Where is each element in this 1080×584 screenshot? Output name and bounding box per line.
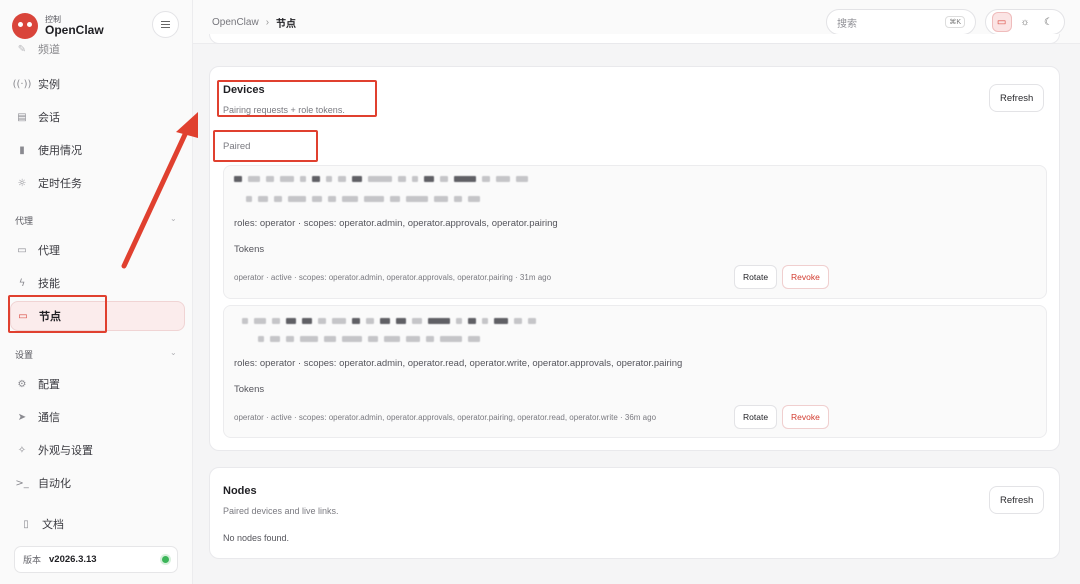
sidebar-item-label: 频道 xyxy=(38,43,60,56)
sun-clock-icon: ☼ xyxy=(17,177,27,189)
sidebar-item-label: 技能 xyxy=(38,277,60,290)
device-tokens-label: Tokens xyxy=(234,244,265,255)
rotate-button[interactable]: Rotate xyxy=(734,265,778,289)
sparkle-icon: ✧ xyxy=(17,444,27,456)
hamburger-icon xyxy=(161,24,170,25)
sidebar-item-label: 外观与设置 xyxy=(38,444,93,457)
sidebar-item-label: 代理 xyxy=(38,244,60,257)
terminal-icon: >_ xyxy=(15,477,29,489)
rotate-button[interactable]: Rotate xyxy=(734,405,778,429)
device-roles: roles: operator · scopes: operator.admin… xyxy=(234,218,558,229)
sidebar-item-label: 通信 xyxy=(38,411,60,424)
revoke-button[interactable]: Revoke xyxy=(782,405,829,429)
version-value: v2026.3.13 xyxy=(49,554,97,565)
sidebar-item-label: 文档 xyxy=(42,518,64,531)
annotation-box-devices xyxy=(217,80,377,117)
edit-icon: ✎ xyxy=(17,43,27,55)
book-icon: ▯ xyxy=(23,518,29,530)
folder-icon: ▭ xyxy=(17,244,27,256)
breadcrumb-current: 节点 xyxy=(276,19,297,30)
broadcast-icon: ((·)) xyxy=(12,78,32,90)
nodes-card: Nodes Paired devices and live links. Ref… xyxy=(209,467,1060,559)
theme-switcher: ▭ ☼ ☾ xyxy=(985,9,1065,35)
sidebar-toggle-button[interactable] xyxy=(152,11,179,38)
search-placeholder: 搜索 xyxy=(837,18,857,30)
group-label-settings: 设置 xyxy=(15,351,34,361)
annotation-arrow-icon xyxy=(121,112,198,269)
sidebar-item-label: 会话 xyxy=(38,111,60,124)
sidebar-item-instances[interactable]: ((·)) 实例 xyxy=(10,69,185,99)
device-tokens-label: Tokens xyxy=(234,384,265,395)
previous-card-bottom xyxy=(209,34,1060,44)
search-input[interactable]: 搜索 ⌘K xyxy=(826,9,976,35)
gear-icon: ⚙ xyxy=(17,378,27,390)
breadcrumb: OpenClaw › 节点 xyxy=(212,15,296,30)
sidebar-item-channels[interactable]: ✎ 频道 xyxy=(10,38,185,60)
sidebar-item-automation[interactable]: >_ 自动化 xyxy=(10,468,185,498)
device-key-redacted xyxy=(246,196,480,202)
token-meta: operator · active · scopes: operator.adm… xyxy=(234,273,552,282)
devices-card: Devices Pairing requests + role tokens. … xyxy=(209,66,1060,451)
sidebar-item-label: 实例 xyxy=(38,78,60,91)
sun-icon[interactable]: ☼ xyxy=(1015,12,1035,32)
sidebar-item-config[interactable]: ⚙ 配置 xyxy=(10,369,185,399)
chevron-down-icon[interactable]: ⌄ xyxy=(170,348,177,357)
sidebar-item-label: 自动化 xyxy=(38,477,71,490)
version-label: 版本 xyxy=(23,556,42,566)
nodes-empty-state: No nodes found. xyxy=(223,533,290,543)
sidebar-item-comms[interactable]: ➤ 通信 xyxy=(10,402,185,432)
revoke-button[interactable]: Revoke xyxy=(782,265,829,289)
token-meta: operator · active · scopes: operator.adm… xyxy=(234,413,657,422)
annotation-box-paired xyxy=(213,130,318,162)
sidebar-item-label: 定时任务 xyxy=(38,177,82,190)
nodes-refresh-button[interactable]: Refresh xyxy=(989,486,1045,514)
device-key-redacted xyxy=(258,336,480,342)
group-label-agent: 代理 xyxy=(15,217,34,227)
devices-refresh-button[interactable]: Refresh xyxy=(989,84,1045,112)
annotation-box-nodes-nav xyxy=(8,295,107,333)
device-id-redacted xyxy=(234,176,528,182)
sidebar-item-docs[interactable]: ▯ 文档 xyxy=(14,509,189,539)
device-item: roles: operator · scopes: operator.admin… xyxy=(223,165,1047,299)
sidebar-item-appearance[interactable]: ✧ 外观与设置 xyxy=(10,435,185,465)
device-id-redacted xyxy=(242,318,536,324)
document-icon: ▤ xyxy=(17,111,27,123)
version-badge: 版本 v2026.3.13 xyxy=(14,546,178,573)
chevron-right-icon: › xyxy=(265,17,270,28)
device-item: roles: operator · scopes: operator.admin… xyxy=(223,305,1047,438)
nodes-title: Nodes xyxy=(223,485,257,497)
lightning-icon: ϟ xyxy=(18,277,26,289)
status-dot-icon xyxy=(162,556,169,563)
device-roles: roles: operator · scopes: operator.admin… xyxy=(234,358,683,369)
breadcrumb-root[interactable]: OpenClaw xyxy=(212,17,259,28)
bar-chart-icon: ▮ xyxy=(19,144,25,156)
monitor-icon[interactable]: ▭ xyxy=(991,12,1012,32)
sidebar-item-label: 配置 xyxy=(38,378,60,391)
send-icon: ➤ xyxy=(17,411,27,423)
shortcut-badge: ⌘K xyxy=(945,16,965,28)
openclaw-logo-icon xyxy=(12,13,38,39)
moon-icon[interactable]: ☾ xyxy=(1038,12,1058,32)
sidebar-item-label: 使用情况 xyxy=(38,144,82,157)
sidebar: 控制 OpenClaw ✎ 频道 ((·)) 实例 ▤ 会话 ▮ 使用情况 ☼ … xyxy=(0,0,193,584)
nodes-subtitle: Paired devices and live links. xyxy=(223,506,339,516)
brand-name: OpenClaw xyxy=(45,22,104,37)
